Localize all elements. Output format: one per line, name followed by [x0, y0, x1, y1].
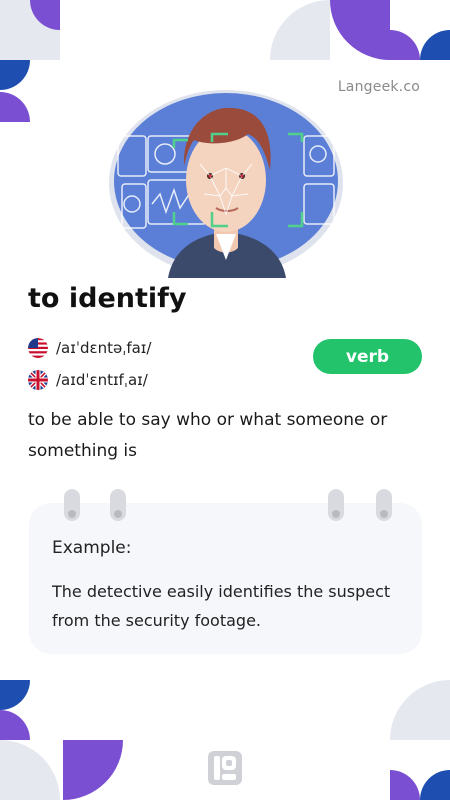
part-of-speech-badge: verb [313, 339, 422, 374]
binder-ring-icon [376, 489, 392, 521]
uk-flag-icon [28, 370, 48, 390]
brand-label: Langeek.co [337, 79, 420, 95]
langeek-logo-icon [208, 751, 242, 785]
example-sentence: The detective easily identifies the susp… [52, 582, 391, 630]
corner-decoration-top-left [0, 0, 60, 122]
definition-text: to be able to say who or what someone or… [28, 410, 388, 461]
binder-ring-icon [64, 489, 80, 521]
us-flag-icon [28, 338, 48, 358]
ipa-us: /aɪˈdɛntəˌfaɪ/ [56, 339, 152, 357]
pronunciation-uk[interactable]: /aɪdˈɛntɪfˌaɪ/ [28, 369, 148, 391]
corner-decoration-top-right [270, 0, 450, 60]
word-title: to identify [28, 283, 187, 314]
corner-decoration-bottom-left [0, 680, 123, 800]
face-recognition-illustration [109, 90, 343, 278]
corner-decoration-bottom-right [390, 680, 450, 800]
ipa-uk: /aɪdˈɛntɪfˌaɪ/ [56, 371, 148, 389]
binder-ring-icon [110, 489, 126, 521]
binder-ring-icon [328, 489, 344, 521]
example-label: Example: [52, 538, 132, 558]
pronunciation-us[interactable]: /aɪˈdɛntəˌfaɪ/ [28, 337, 151, 359]
